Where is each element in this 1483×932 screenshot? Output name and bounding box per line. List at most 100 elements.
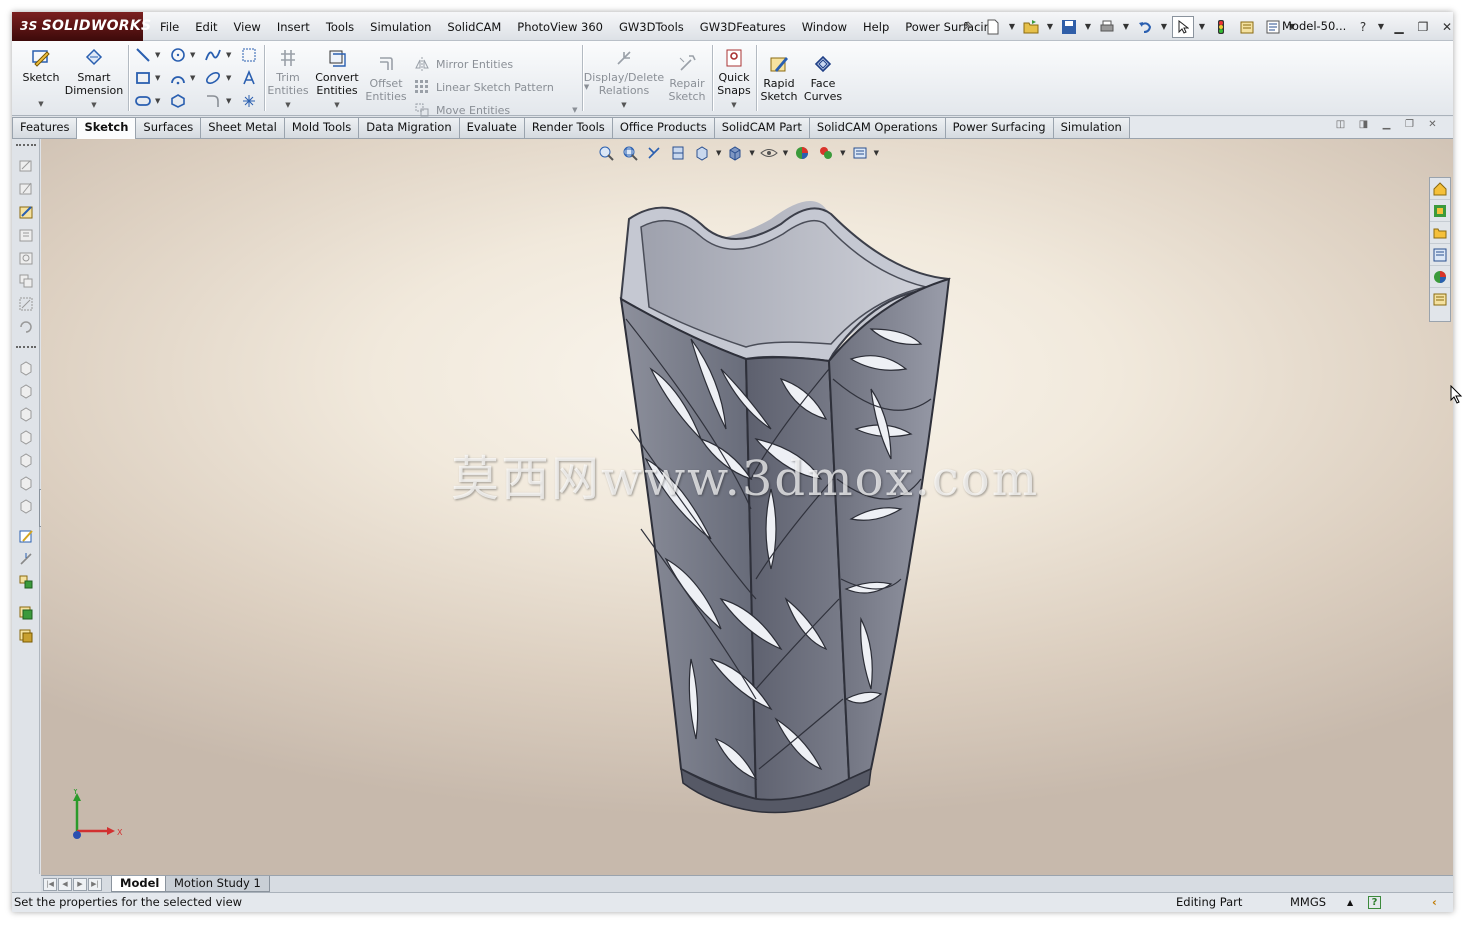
restore-icon[interactable]: ❐ (1401, 119, 1418, 135)
menu-simulation[interactable]: Simulation (362, 20, 439, 34)
select-cursor-icon[interactable] (1172, 15, 1194, 38)
fillet-icon[interactable] (202, 91, 224, 111)
view-top-icon[interactable] (17, 451, 35, 469)
tab-power-surfacing[interactable]: Power Surfacing (944, 117, 1054, 138)
ellipse-icon[interactable] (202, 68, 224, 88)
trim-entities-button[interactable]: Trim Entities ▼ (267, 47, 309, 112)
chevron-down-icon[interactable]: ▼ (226, 97, 231, 105)
custom-properties-icon[interactable] (1430, 288, 1450, 310)
chevron-down-icon[interactable]: ▼ (334, 99, 339, 112)
chevron-down-icon[interactable]: ▼ (1376, 22, 1386, 31)
tile-right-icon[interactable]: ◨ (1355, 119, 1372, 135)
previous-view-icon[interactable] (644, 143, 664, 163)
tab-surfaces[interactable]: Surfaces (135, 117, 202, 138)
tab-mold-tools[interactable]: Mold Tools (283, 117, 360, 138)
quick-snaps-button[interactable]: Quick Snaps ▼ (714, 47, 754, 112)
chevron-down-icon[interactable]: ▼ (1046, 22, 1054, 31)
move-entities-button[interactable]: Move Entities ▼ (414, 102, 578, 118)
rebuild-icon[interactable] (1210, 16, 1232, 38)
chevron-down-icon[interactable]: ▼ (91, 99, 96, 112)
chevron-down-icon[interactable]: ▼ (226, 51, 231, 59)
chevron-down-icon[interactable]: ▼ (38, 98, 43, 111)
menu-help[interactable]: Help (855, 20, 897, 34)
graphics-area[interactable]: ▼ ▼ ▼ ▼ ▼ 莫西网www.3dmox.com Y X (41, 139, 1453, 875)
save-icon[interactable] (1058, 16, 1080, 38)
menu-solidcam[interactable]: SolidCAM (439, 20, 509, 34)
close-icon[interactable]: ✕ (1424, 119, 1441, 135)
tab-render-tools[interactable]: Render Tools (523, 117, 613, 138)
tab-data-migration[interactable]: Data Migration (358, 117, 460, 138)
display-style-icon[interactable] (725, 143, 745, 163)
tab-motion-study-1[interactable]: Motion Study 1 (165, 876, 270, 892)
menu-gw3dfeatures[interactable]: GW3DFeatures (692, 20, 794, 34)
view-orientation-icon[interactable] (692, 143, 712, 163)
next-tab-icon[interactable]: ▶ (73, 878, 87, 891)
tab-sketch[interactable]: Sketch (76, 117, 137, 139)
chevron-down-icon[interactable]: ▼ (155, 97, 160, 105)
chevron-down-icon[interactable]: ▼ (716, 149, 721, 157)
menu-photoview[interactable]: PhotoView 360 (509, 20, 611, 34)
chevron-down-icon[interactable]: ▼ (155, 51, 160, 59)
file-properties-icon[interactable] (1236, 16, 1258, 38)
chevron-left-icon[interactable]: ‹ (1432, 893, 1437, 912)
copy-entities-icon[interactable] (17, 272, 35, 290)
slot-icon[interactable] (132, 91, 154, 111)
view-back-icon[interactable] (17, 382, 35, 400)
scale-entities-icon[interactable] (17, 295, 35, 313)
point-grid-icon[interactable] (238, 45, 260, 65)
toolbar-grip[interactable] (16, 346, 36, 348)
circle-icon[interactable] (167, 45, 189, 65)
3d-sketch-icon[interactable] (17, 180, 35, 198)
tab-simulation[interactable]: Simulation (1052, 117, 1130, 138)
menu-tools[interactable]: Tools (318, 20, 362, 34)
chevron-down-icon[interactable]: ▼ (1198, 22, 1206, 31)
chevron-down-icon[interactable]: ▼ (226, 74, 231, 82)
close-icon[interactable]: ✕ (1436, 20, 1453, 34)
appearances-scenes-icon[interactable] (1430, 266, 1450, 288)
menu-view[interactable]: View (226, 20, 269, 34)
menu-file[interactable]: File (152, 20, 187, 34)
tab-solidcam-part[interactable]: SolidCAM Part (713, 117, 810, 138)
chevron-down-icon[interactable]: ▼ (155, 74, 160, 82)
hide-show-items-icon[interactable] (759, 143, 779, 163)
view-bottom-icon[interactable] (17, 474, 35, 492)
first-tab-icon[interactable]: |◀ (43, 878, 57, 891)
chevron-down-icon[interactable]: ▼ (783, 149, 788, 157)
menu-insert[interactable]: Insert (269, 20, 318, 34)
menu-gw3dtools[interactable]: GW3DTools (611, 20, 692, 34)
sketch-picture-icon[interactable] (17, 203, 35, 221)
chevron-down-icon[interactable]: ▼ (840, 149, 845, 157)
zoom-to-fit-icon[interactable] (596, 143, 616, 163)
apply-scene-icon[interactable] (816, 143, 836, 163)
edit-sketch-icon[interactable] (17, 527, 35, 545)
restore-icon[interactable]: ❐ (1412, 20, 1434, 34)
toolbar-grip[interactable] (16, 144, 36, 146)
section-view-icon[interactable] (668, 143, 688, 163)
new-document-icon[interactable] (982, 16, 1004, 38)
view-left-icon[interactable] (17, 405, 35, 423)
chevron-down-icon[interactable]: ▼ (621, 99, 626, 112)
sketch-tool-icon[interactable] (17, 157, 35, 175)
mirror-entities-button[interactable]: Mirror Entities (414, 56, 513, 72)
layer-properties-icon[interactable] (17, 627, 35, 645)
minimize-icon[interactable]: ▁ (1378, 119, 1395, 135)
arc-icon[interactable] (167, 68, 189, 88)
view-isometric-icon[interactable] (17, 497, 35, 515)
prev-tab-icon[interactable]: ◀ (58, 878, 72, 891)
options-icon[interactable] (1262, 16, 1284, 38)
file-explorer-icon[interactable] (1430, 222, 1450, 244)
chevron-down-icon[interactable]: ▼ (572, 106, 577, 114)
open-folder-icon[interactable] (1020, 16, 1042, 38)
sketch-button[interactable]: Sketch ▼ (20, 47, 62, 111)
zoom-to-area-icon[interactable] (620, 143, 640, 163)
help-icon[interactable]: ? (1352, 20, 1374, 34)
view-front-icon[interactable] (17, 359, 35, 377)
tab-model[interactable]: Model (111, 876, 169, 892)
tab-sheet-metal[interactable]: Sheet Metal (200, 117, 285, 138)
repair-sketch-button[interactable]: Repair Sketch (666, 53, 708, 103)
chevron-up-icon[interactable]: ▲ (1347, 893, 1353, 912)
tab-evaluate[interactable]: Evaluate (458, 117, 525, 138)
chevron-down-icon[interactable]: ▼ (1122, 22, 1130, 31)
rectangle-icon[interactable] (132, 68, 154, 88)
chevron-down-icon[interactable]: ▼ (1008, 22, 1016, 31)
